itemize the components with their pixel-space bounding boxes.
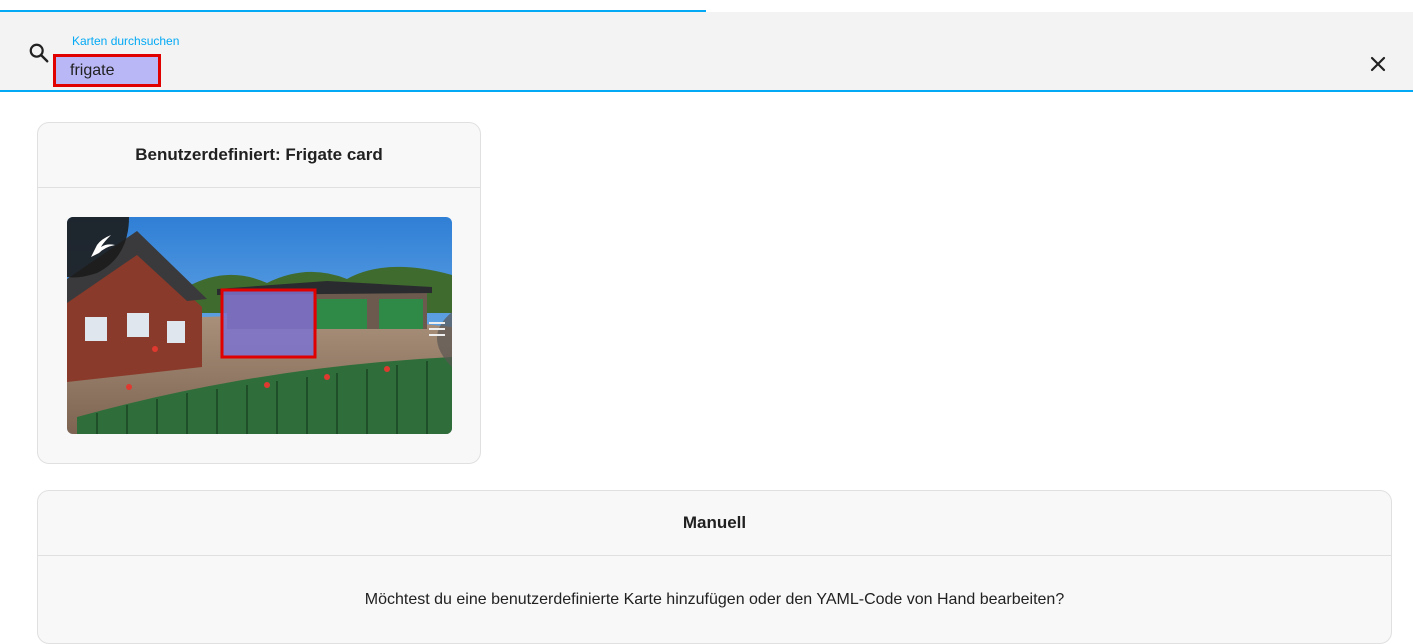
card-title: Benutzerdefiniert: Frigate card <box>38 123 480 188</box>
search-icon <box>28 42 50 64</box>
manual-card[interactable]: Manuell Möchtest du eine benutzerdefinie… <box>37 490 1392 644</box>
manual-card-title: Manuell <box>38 491 1391 556</box>
close-icon[interactable] <box>1366 52 1390 76</box>
card-preview-image <box>67 217 452 434</box>
search-input[interactable] <box>53 54 161 87</box>
frigate-card-option[interactable]: Benutzerdefiniert: Frigate card <box>37 122 481 464</box>
search-bar: Karten durchsuchen <box>0 12 1413 92</box>
manual-card-description: Möchtest du eine benutzerdefinierte Kart… <box>364 591 1065 608</box>
tab-bar <box>0 0 1413 12</box>
search-label: Karten durchsuchen <box>72 34 180 48</box>
